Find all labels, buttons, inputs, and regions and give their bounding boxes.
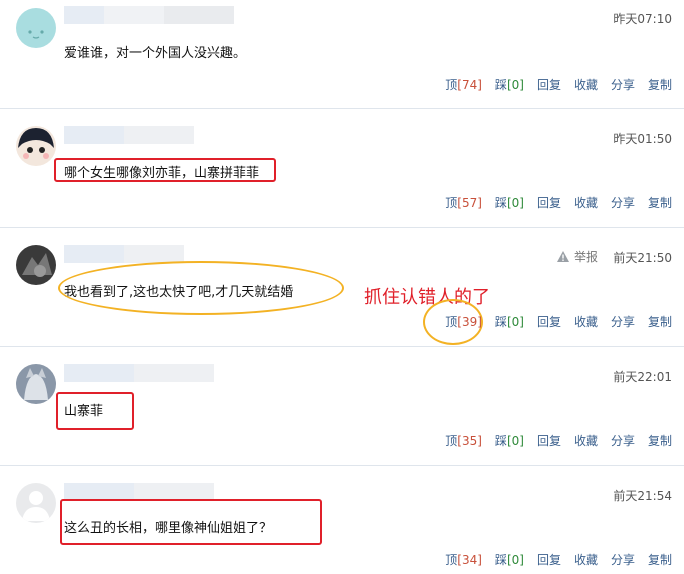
reply-button[interactable]: 回复 <box>537 76 561 93</box>
user-avatar[interactable] <box>16 8 56 48</box>
user-avatar[interactable] <box>16 245 56 285</box>
user-avatar[interactable] <box>16 126 56 166</box>
comment-item: 昨天07:10 爱谁谁，对一个外国人没兴趣。 顶[74] 踩[0] 回复 收藏 … <box>0 0 684 108</box>
upvote-button[interactable]: 顶[74] <box>445 76 482 93</box>
reply-button[interactable]: 回复 <box>537 551 561 568</box>
comment-actions: 顶[35] 踩[0] 回复 收藏 分享 复制 <box>445 432 672 449</box>
comment-time: 昨天07:10 <box>613 12 672 26</box>
favorite-button[interactable]: 收藏 <box>574 194 598 211</box>
user-avatar[interactable] <box>16 483 56 523</box>
comment-actions: 顶[34] 踩[0] 回复 收藏 分享 复制 <box>445 551 672 568</box>
upvote-button[interactable]: 顶[39] <box>445 313 482 330</box>
avatar-photo-icon <box>24 368 48 400</box>
warning-icon <box>557 251 569 262</box>
username-blurred[interactable] <box>64 364 214 382</box>
highlight-box <box>54 158 276 182</box>
downvote-button[interactable]: 踩[0] <box>495 194 524 211</box>
comment-time: 前天22:01 <box>613 370 672 384</box>
username-blurred[interactable] <box>64 245 184 263</box>
highlight-oval <box>58 261 344 315</box>
comment-item: 前天22:01 山寨菲 顶[35] 踩[0] 回复 收藏 分享 复制 <box>0 346 684 465</box>
comment-time: 昨天01:50 <box>613 132 672 146</box>
favorite-button[interactable]: 收藏 <box>574 551 598 568</box>
comment-actions: 顶[39] 踩[0] 回复 收藏 分享 复制 <box>445 313 672 330</box>
reply-button[interactable]: 回复 <box>537 194 561 211</box>
share-button[interactable]: 分享 <box>611 551 635 568</box>
favorite-button[interactable]: 收藏 <box>574 313 598 330</box>
downvote-button[interactable]: 踩[0] <box>495 432 524 449</box>
favorite-button[interactable]: 收藏 <box>574 76 598 93</box>
comment-time: 前天21:50 <box>613 251 672 265</box>
avatar-face-icon <box>28 30 44 39</box>
copy-button[interactable]: 复制 <box>648 76 672 93</box>
highlight-box <box>56 392 134 430</box>
upvote-button[interactable]: 顶[57] <box>445 194 482 211</box>
default-avatar-icon <box>22 491 50 521</box>
share-button[interactable]: 分享 <box>611 194 635 211</box>
favorite-button[interactable]: 收藏 <box>574 432 598 449</box>
share-button[interactable]: 分享 <box>611 313 635 330</box>
username-blurred[interactable] <box>64 6 234 24</box>
avatar-photo-icon <box>22 253 52 277</box>
avatar-face-icon <box>18 128 54 159</box>
comment-actions: 顶[74] 踩[0] 回复 收藏 分享 复制 <box>445 76 672 93</box>
comment-item: 前天21:54 这么丑的长相，哪里像神仙姐姐了？ 顶[34] 踩[0] 回复 收… <box>0 465 684 574</box>
comment-actions: 顶[57] 踩[0] 回复 收藏 分享 复制 <box>445 194 672 211</box>
username-blurred[interactable] <box>64 126 194 144</box>
comment-item: 举报 前天21:50 我也看到了,这也太快了吧,才几天就结婚 抓住认错人的了 顶… <box>0 227 684 346</box>
copy-button[interactable]: 复制 <box>648 313 672 330</box>
copy-button[interactable]: 复制 <box>648 551 672 568</box>
share-button[interactable]: 分享 <box>611 432 635 449</box>
report-link[interactable]: 举报 <box>556 248 598 265</box>
user-avatar[interactable] <box>16 364 56 404</box>
highlight-box <box>60 499 322 545</box>
downvote-button[interactable]: 踩[0] <box>495 313 524 330</box>
copy-button[interactable]: 复制 <box>648 194 672 211</box>
copy-button[interactable]: 复制 <box>648 432 672 449</box>
comment-time: 前天21:54 <box>613 489 672 503</box>
reply-button[interactable]: 回复 <box>537 432 561 449</box>
reply-button[interactable]: 回复 <box>537 313 561 330</box>
downvote-button[interactable]: 踩[0] <box>495 551 524 568</box>
comment-item: 昨天01:50 哪个女生哪像刘亦菲，山寨拼菲菲 顶[57] 踩[0] 回复 收藏… <box>0 108 684 227</box>
upvote-button[interactable]: 顶[35] <box>445 432 482 449</box>
share-button[interactable]: 分享 <box>611 76 635 93</box>
upvote-button[interactable]: 顶[34] <box>445 551 482 568</box>
comment-text: 爱谁谁，对一个外国人没兴趣。 <box>64 46 247 61</box>
downvote-button[interactable]: 踩[0] <box>495 76 524 93</box>
